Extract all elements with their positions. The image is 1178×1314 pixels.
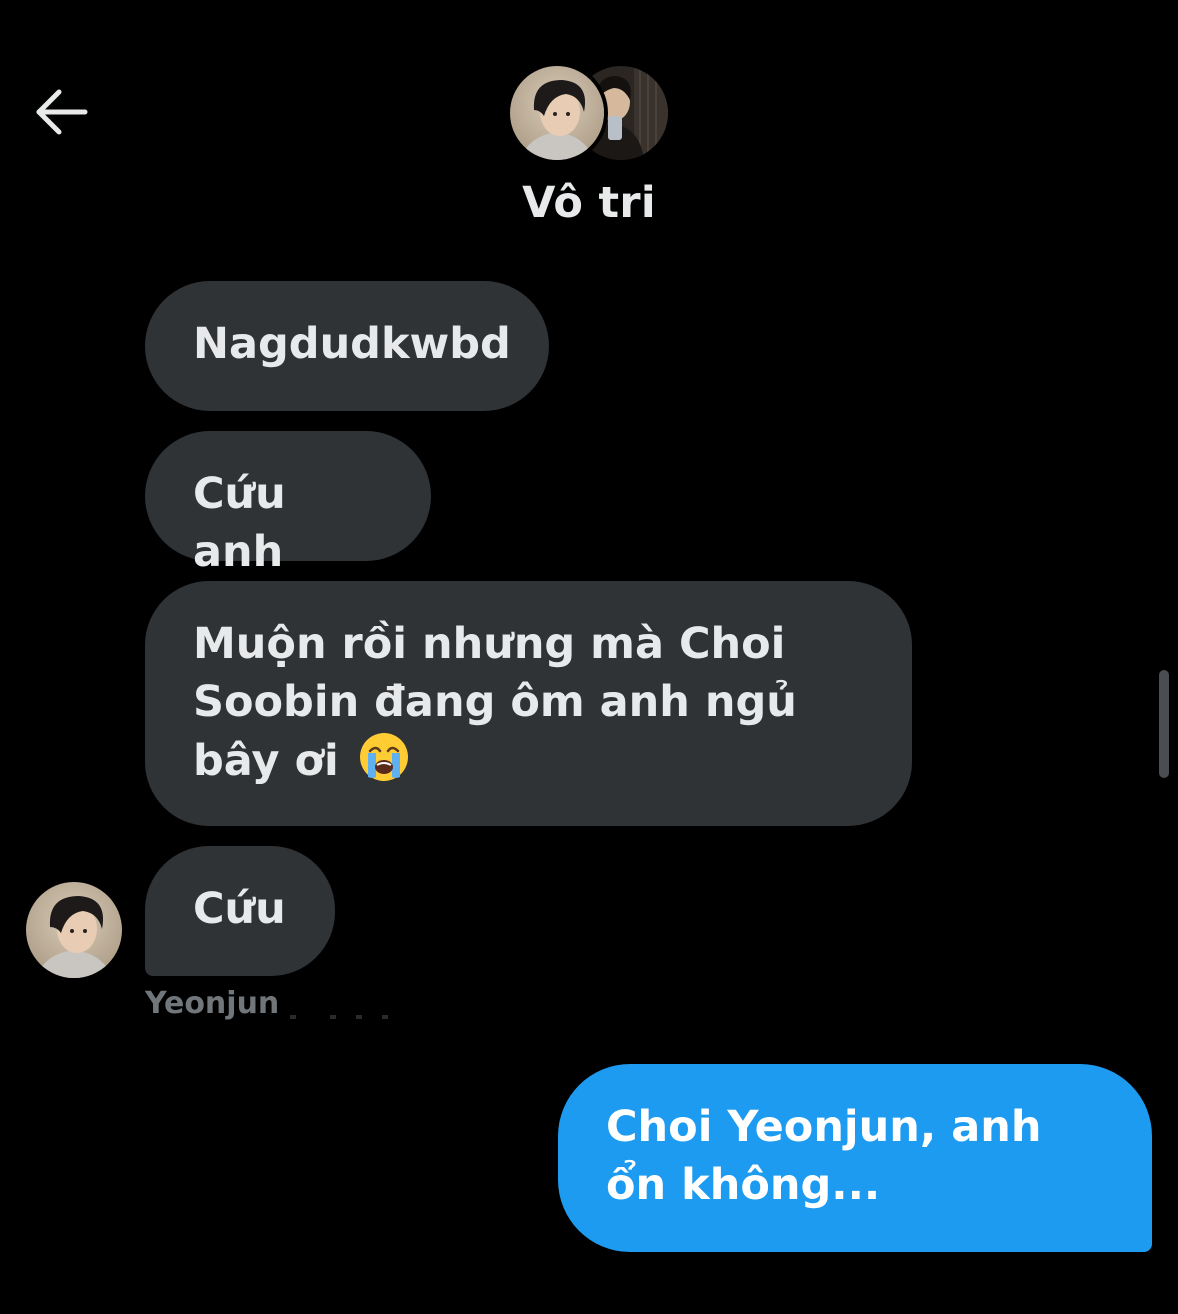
loudly-crying-face-icon — [359, 733, 408, 781]
avatar — [506, 62, 608, 164]
message-text: Nagdudkwbd — [193, 319, 511, 369]
message-text: Choi Yeonjun, anh ổn không... — [606, 1102, 1042, 1210]
scrollbar[interactable] — [1159, 670, 1169, 778]
arrow-left-icon — [36, 89, 88, 135]
received-message[interactable]: Cứu — [145, 846, 335, 976]
sent-message[interactable]: Choi Yeonjun, anh ổn không... — [558, 1064, 1152, 1252]
message-text: Cứu — [193, 884, 286, 934]
group-avatars[interactable] — [506, 62, 672, 166]
sender-avatar[interactable] — [26, 882, 122, 978]
received-message[interactable]: Muộn rồi nhưng mà Choi Soobin đang ôm an… — [145, 581, 912, 826]
message-text: Cứu anh — [193, 469, 286, 577]
redacted-timestamp — [290, 1015, 388, 1019]
back-button[interactable] — [30, 82, 92, 142]
conversation-title: Vô tri — [522, 178, 656, 228]
sender-name: Yeonjun — [145, 986, 280, 1021]
received-message[interactable]: Cứu anh — [145, 431, 431, 577]
message-text: Muộn rồi nhưng mà Choi Soobin đang ôm an… — [193, 619, 797, 786]
received-message[interactable]: Nagdudkwbd — [145, 281, 549, 411]
